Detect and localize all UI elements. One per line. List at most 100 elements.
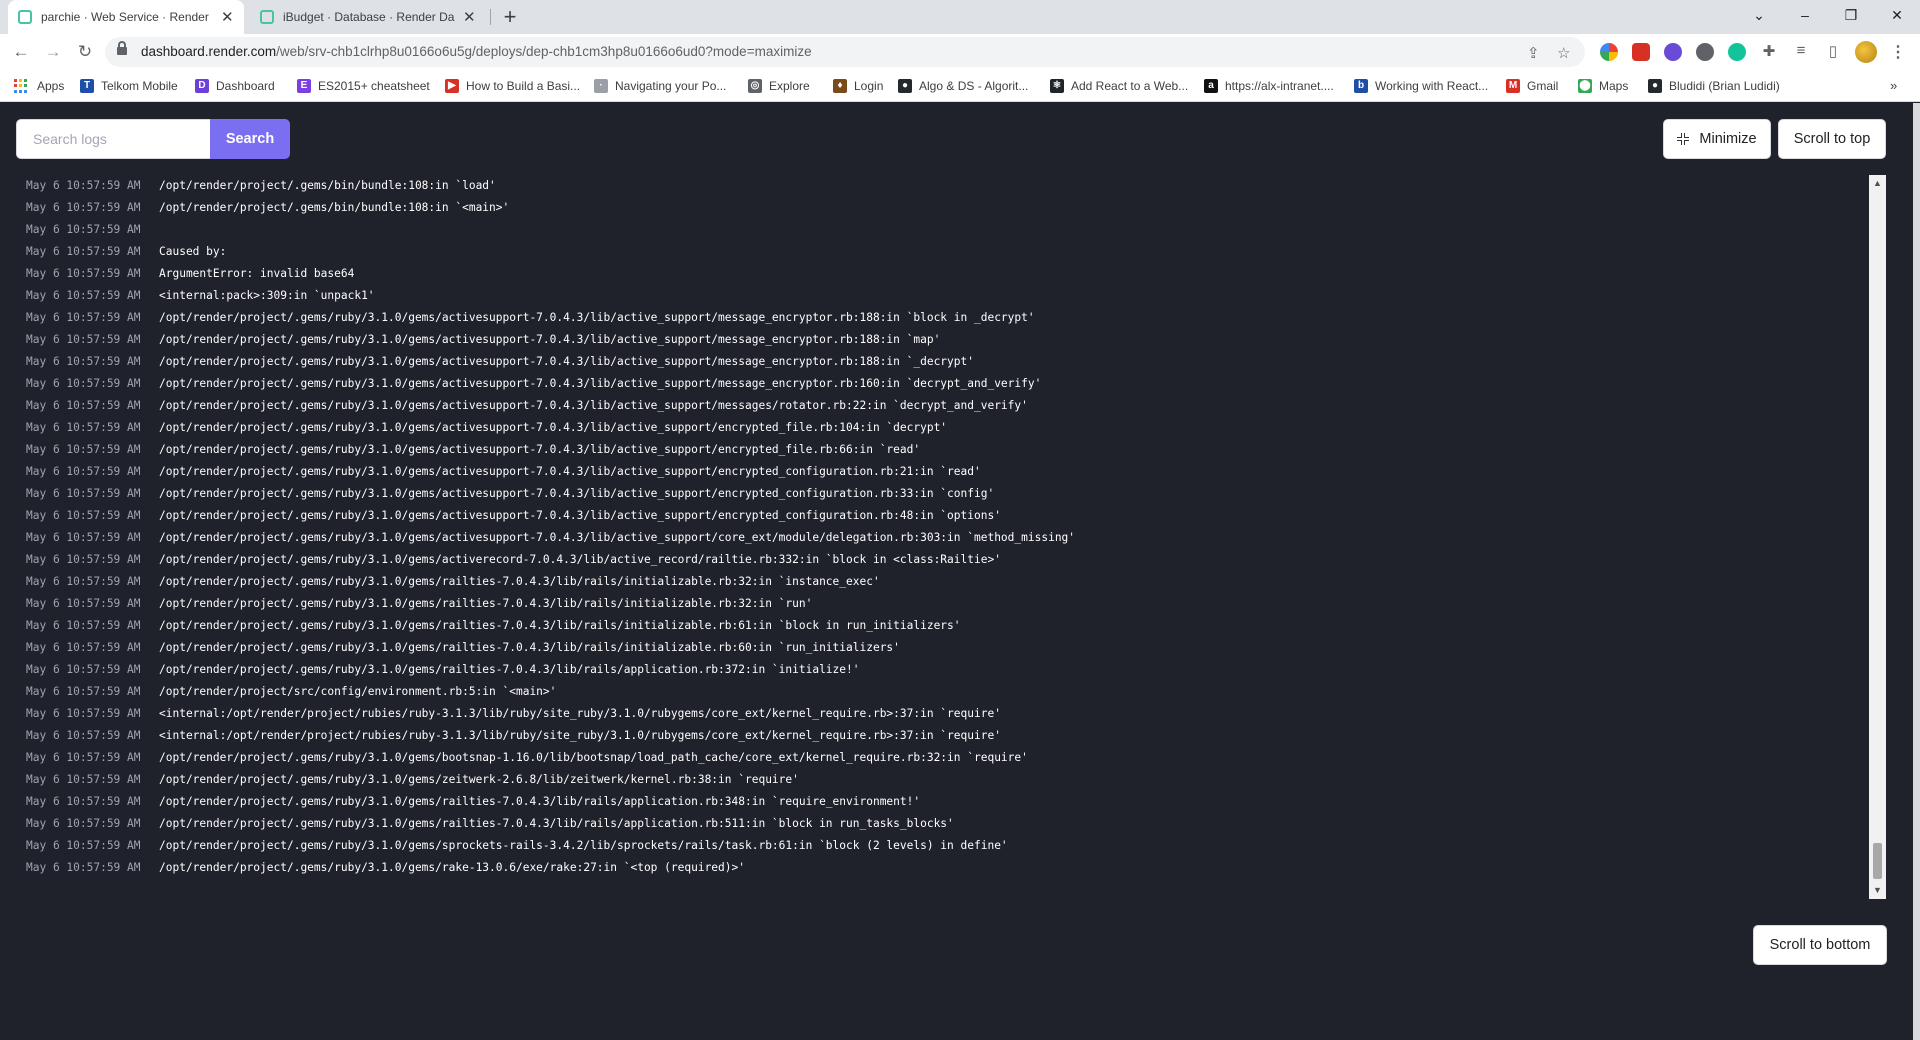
search-button[interactable]: Search <box>210 119 290 159</box>
reload-icon[interactable]: ↻ <box>72 39 98 65</box>
minimize-button[interactable]: Minimize <box>1663 119 1771 159</box>
bookmark-item[interactable]: E ES2015+ cheatsheet <box>297 77 430 95</box>
log-line: May 6 10:57:59 AM/opt/render/project/.ge… <box>26 593 812 615</box>
tab-parchie[interactable]: parchie · Web Service · Render D ✕ <box>8 0 244 34</box>
log-output[interactable]: May 6 10:57:59 AM/opt/render/project/.ge… <box>0 175 1872 890</box>
extensions-puzzle-icon[interactable]: ✚ <box>1759 42 1779 60</box>
side-panel-icon[interactable]: ▯ <box>1823 42 1843 60</box>
tab-close-icon[interactable]: ✕ <box>463 8 476 26</box>
log-timestamp: May 6 10:57:59 AM <box>26 509 141 522</box>
alx-icon: a <box>1204 79 1218 93</box>
browser-menu-icon[interactable]: ⋮ <box>1890 42 1906 62</box>
react-icon: ⚛ <box>1050 79 1064 93</box>
log-message: /opt/render/project/.gems/ruby/3.1.0/gem… <box>159 861 745 874</box>
address-bar[interactable]: dashboard.render.com/web/srv-chb1clrhp8u… <box>105 37 1585 67</box>
dashboard-icon: D <box>195 79 209 93</box>
bookmark-item[interactable]: Apps <box>14 77 64 95</box>
url-path: /web/srv-chb1clrhp8u0166o6u5g/deploys/de… <box>276 44 812 59</box>
color-picker-extension-icon[interactable] <box>1600 43 1618 61</box>
log-message: /opt/render/project/.gems/ruby/3.1.0/gem… <box>159 663 860 676</box>
log-line: May 6 10:57:59 AM <internal:/opt/render/p… <box>26 725 1001 747</box>
bookmark-label: Login <box>854 79 884 93</box>
log-line: May 6 10:57:59 AM/opt/render/project/.ge… <box>26 747 1028 769</box>
bookmark-item[interactable]: ⬤ Maps <box>1578 77 1628 95</box>
github-icon: ● <box>898 79 912 93</box>
log-message: /opt/render/project/.gems/ruby/3.1.0/gem… <box>159 311 1035 324</box>
log-line: May 6 10:57:59 AM <internal:pack>:309:in … <box>26 285 375 307</box>
tab-close-icon[interactable]: ✕ <box>221 8 234 26</box>
wordpress-extension-icon[interactable] <box>1696 43 1714 61</box>
log-timestamp: May 6 10:57:59 AM <box>26 597 141 610</box>
window-restore-button[interactable]: ❐ <box>1828 0 1874 30</box>
bookmark-item[interactable]: a https://alx-intranet.... <box>1204 77 1334 95</box>
bookmark-label: Dashboard <box>216 79 275 93</box>
reading-list-icon[interactable]: ≡ <box>1791 42 1811 59</box>
minimize-arrows-icon <box>1677 133 1690 145</box>
log-timestamp: May 6 10:57:59 AM <box>26 223 141 236</box>
log-line: May 6 10:57:59 AM/opt/render/project/.ge… <box>26 505 1001 527</box>
window-close-button[interactable]: ✕ <box>1874 0 1920 30</box>
share-icon[interactable]: ⇪ <box>1527 44 1540 62</box>
back-arrow-icon[interactable]: ← <box>8 39 34 65</box>
log-timestamp: May 6 10:57:59 AM <box>26 355 141 368</box>
devhints-icon: E <box>297 79 311 93</box>
address-url[interactable]: dashboard.render.com/web/srv-chb1clrhp8u… <box>141 44 812 59</box>
log-message: /opt/render/project/.gems/ruby/3.1.0/gem… <box>159 795 921 808</box>
forward-arrow-icon[interactable]: → <box>40 39 66 65</box>
log-line: May 6 10:57:59 AM/opt/render/project/.ge… <box>26 615 961 637</box>
browser-tab-strip: parchie · Web Service · Render D ✕ iBudg… <box>0 0 1920 34</box>
log-line: May 6 10:57:59 AM/opt/render/project/.ge… <box>26 571 880 593</box>
log-line: May 6 10:57:59 AM/opt/render/project/.ge… <box>26 483 994 505</box>
bookmark-item[interactable]: · Navigating your Po... <box>594 77 726 95</box>
log-scrollbar[interactable]: ▲ ▼ <box>1869 175 1886 899</box>
bookmark-star-icon[interactable]: ☆ <box>1557 44 1570 62</box>
log-message: /opt/render/project/.gems/ruby/3.1.0/gem… <box>159 839 1008 852</box>
log-timestamp: May 6 10:57:59 AM <box>26 663 141 676</box>
log-line: May 6 10:57:59 AM ArgumentError: invalid … <box>26 263 354 285</box>
bookmark-item[interactable]: b Working with React... <box>1354 77 1488 95</box>
scroll-up-arrow-icon[interactable]: ▲ <box>1869 175 1886 192</box>
bookmark-item[interactable]: D Dashboard <box>195 77 275 95</box>
bookmark-item[interactable]: ● Algo & DS - Algorit... <box>898 77 1028 95</box>
scroll-down-arrow-icon[interactable]: ▼ <box>1869 882 1886 899</box>
log-message: ArgumentError: invalid base64 <box>159 267 355 280</box>
bookmarks-bar: Apps T Telkom Mobile D Dashboard E ES2015+ che… <box>0 70 1920 102</box>
bookmark-item[interactable]: ▶ How to Build a Basi... <box>445 77 580 95</box>
bookmark-item[interactable]: ♦ Login <box>833 77 883 95</box>
profile-avatar[interactable] <box>1855 41 1877 63</box>
log-line: May 6 10:57:59 AM/opt/render/project/.ge… <box>26 439 920 461</box>
scroll-to-top-button[interactable]: Scroll to top <box>1778 119 1886 159</box>
media-extension-icon[interactable] <box>1632 43 1650 61</box>
new-tab-button[interactable]: + <box>496 3 524 31</box>
grammarly-extension-icon[interactable] <box>1728 43 1746 61</box>
log-message: /opt/render/project/src/config/environme… <box>159 685 557 698</box>
window-minimize-button[interactable]: – <box>1782 0 1828 30</box>
render-favicon-icon <box>260 10 274 24</box>
log-timestamp: May 6 10:57:59 AM <box>26 729 141 742</box>
log-message: /opt/render/project/.gems/ruby/3.1.0/gem… <box>159 531 1076 544</box>
bookmark-item[interactable]: ● Bludidi (Brian Ludidi) <box>1648 77 1780 95</box>
scroll-to-bottom-button[interactable]: Scroll to bottom <box>1753 925 1887 965</box>
bookmark-item[interactable]: ⚛ Add React to a Web... <box>1050 77 1188 95</box>
bookmark-item[interactable]: M Gmail <box>1506 77 1558 95</box>
log-message: /opt/render/project/.gems/ruby/3.1.0/gem… <box>159 751 1028 764</box>
search-logs-input[interactable] <box>16 119 210 159</box>
bookmark-label: ES2015+ cheatsheet <box>318 79 430 93</box>
tab-search-chevron-down-icon[interactable]: ⌄ <box>1736 0 1782 30</box>
bookmark-item[interactable]: ◎ Explore <box>748 77 810 95</box>
log-timestamp: May 6 10:57:59 AM <box>26 487 141 500</box>
log-line: May 6 10:57:59 AM <internal:/opt/render/p… <box>26 703 1001 725</box>
bookmark-item[interactable]: T Telkom Mobile <box>80 77 178 95</box>
log-line: May 6 10:57:59 AM Caused by: <box>26 241 226 263</box>
scrollbar-thumb[interactable] <box>1873 843 1882 879</box>
log-message: /opt/render/project/.gems/ruby/3.1.0/gem… <box>159 641 900 654</box>
tab-ibudget[interactable]: iBudget · Database · Render Da ✕ <box>250 0 486 34</box>
bookmarks-overflow-chevron-icon[interactable]: » <box>1890 78 1897 93</box>
dots-icon: · <box>594 79 608 93</box>
log-message: /opt/render/project/.gems/ruby/3.1.0/gem… <box>159 553 1001 566</box>
lock-icon <box>117 41 127 57</box>
log-message: /opt/render/project/.gems/ruby/3.1.0/gem… <box>159 333 941 346</box>
log-timestamp: May 6 10:57:59 AM <box>26 443 141 456</box>
log-timestamp: May 6 10:57:59 AM <box>26 751 141 764</box>
ad-block-extension-icon[interactable] <box>1664 43 1682 61</box>
